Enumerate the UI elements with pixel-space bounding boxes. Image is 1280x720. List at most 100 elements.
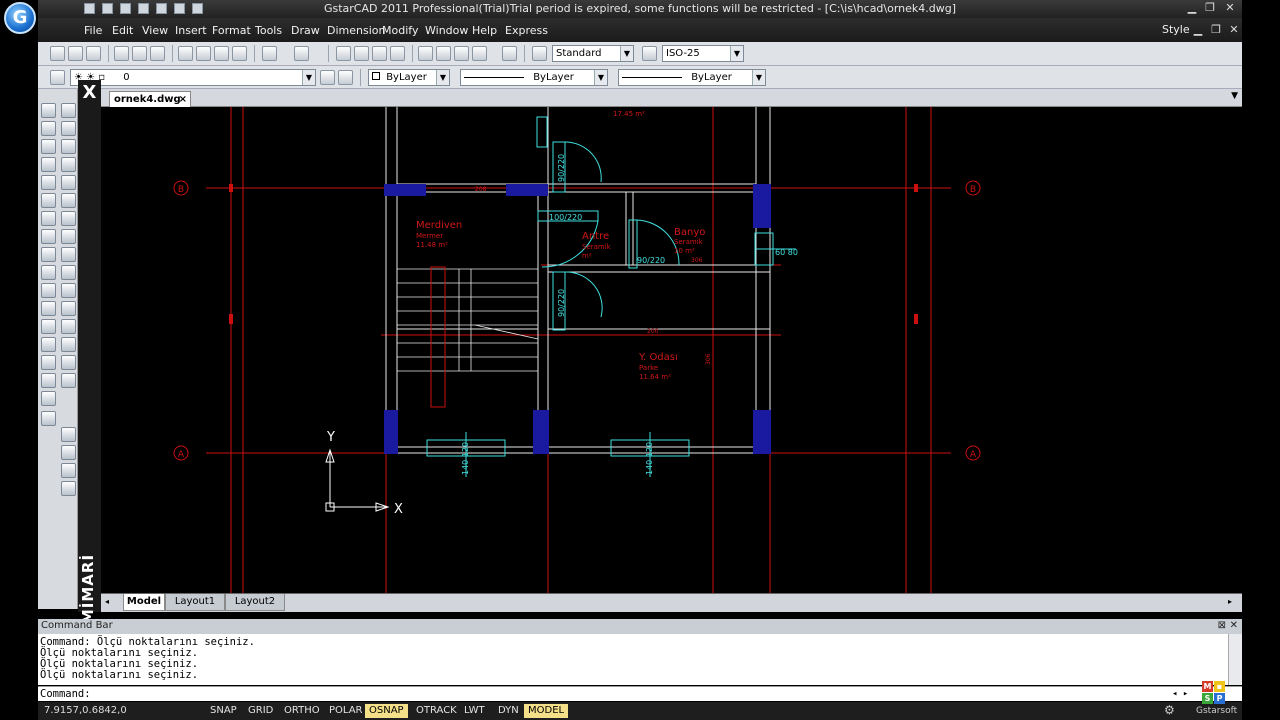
lineweight-select[interactable]: ByLayer ▼	[618, 69, 766, 86]
menu-view[interactable]: View	[142, 24, 168, 37]
doc-close-button[interactable]: ✕	[1226, 23, 1242, 37]
pin-icon[interactable]: ⊠	[1218, 619, 1226, 633]
rotate-icon[interactable]	[61, 211, 76, 226]
tab-menu-icon[interactable]: ▼	[1231, 91, 1238, 101]
dim-aligned-icon[interactable]	[61, 445, 76, 460]
ellipse-arc-icon[interactable]	[41, 283, 56, 298]
print-preview-icon[interactable]	[132, 46, 147, 61]
pan-icon[interactable]	[336, 46, 351, 61]
doc-minimize-button[interactable]: ▁	[1190, 23, 1206, 37]
otrack-toggle[interactable]: OTRACK	[412, 704, 461, 718]
menu-format[interactable]: Format	[212, 24, 251, 37]
arc-icon[interactable]	[41, 193, 56, 208]
ortho-toggle[interactable]: ORTHO	[280, 704, 324, 718]
text-style-icon[interactable]	[532, 46, 547, 61]
extend-icon[interactable]	[61, 283, 76, 298]
ellipse-icon[interactable]	[41, 265, 56, 280]
zoom-window-icon[interactable]	[372, 46, 387, 61]
sheet-set-icon[interactable]	[472, 46, 487, 61]
open-icon[interactable]	[68, 46, 83, 61]
snap-toggle[interactable]: SNAP	[206, 704, 241, 718]
dim-angular-icon[interactable]	[61, 481, 76, 496]
construction-line-icon[interactable]	[41, 121, 56, 136]
tab-model[interactable]: Model	[123, 594, 165, 611]
rectangle-icon[interactable]	[41, 175, 56, 190]
command-input[interactable]: Command: ◂ ▸	[38, 686, 1242, 701]
help-icon[interactable]	[502, 46, 517, 61]
chamfer-icon[interactable]	[61, 337, 76, 352]
new-icon[interactable]	[50, 46, 65, 61]
match-properties-icon[interactable]	[232, 46, 247, 61]
app-logo[interactable]: G	[4, 2, 36, 34]
menu-express[interactable]: Express	[505, 24, 548, 37]
linetype-select[interactable]: ByLayer ▼	[460, 69, 608, 86]
publish-icon[interactable]	[150, 46, 165, 61]
circle-icon[interactable]	[41, 211, 56, 226]
menu-dimension[interactable]: Dimension	[327, 24, 385, 37]
tab-first-icon[interactable]: ◂	[105, 597, 109, 606]
tab-layout1[interactable]: Layout1	[165, 594, 225, 611]
document-tab[interactable]: ornek4.dwg ×	[109, 91, 191, 107]
region-icon[interactable]	[41, 373, 56, 388]
menu-edit[interactable]: Edit	[112, 24, 133, 37]
menu-modify[interactable]: Modify	[382, 24, 418, 37]
dim-radius-icon[interactable]	[61, 463, 76, 478]
make-current-layer-icon[interactable]	[320, 70, 335, 85]
layer-select[interactable]: ☀ ☀ ▫ 0 ▼	[70, 69, 316, 86]
properties-icon[interactable]	[418, 46, 433, 61]
revision-cloud-icon[interactable]	[41, 229, 56, 244]
insert-block-icon[interactable]	[41, 301, 56, 316]
polygon-icon[interactable]	[41, 157, 56, 172]
save-icon[interactable]	[86, 46, 101, 61]
dyn-toggle[interactable]: DYN	[494, 704, 523, 718]
zoom-realtime-icon[interactable]	[354, 46, 369, 61]
color-select[interactable]: ByLayer ▼	[368, 69, 450, 86]
point-icon[interactable]	[41, 337, 56, 352]
explode-icon[interactable]	[61, 373, 76, 388]
osnap-toggle[interactable]: OSNAP	[365, 704, 408, 718]
scroll-left-icon[interactable]: ◂ ▸	[1172, 687, 1188, 701]
zoom-previous-icon[interactable]	[390, 46, 405, 61]
layer-previous-icon[interactable]	[338, 70, 353, 85]
tab-layout2[interactable]: Layout2	[225, 594, 285, 611]
command-close-icon[interactable]: ✕	[1230, 619, 1238, 633]
banner-close-button[interactable]: X	[78, 82, 101, 104]
text-style-select[interactable]: Standard ▼	[552, 45, 634, 62]
layer-manager-icon[interactable]	[50, 70, 65, 85]
print-icon[interactable]	[114, 46, 129, 61]
fillet-icon[interactable]	[61, 355, 76, 370]
model-toggle[interactable]: MODEL	[524, 704, 569, 718]
menu-draw[interactable]: Draw	[291, 24, 320, 37]
tab-scroll-right-icon[interactable]: ▸	[1228, 597, 1232, 606]
dim-style-icon[interactable]	[642, 46, 657, 61]
style-menu[interactable]: Style	[1162, 23, 1190, 36]
menu-insert[interactable]: Insert	[175, 24, 207, 37]
redo-icon[interactable]	[294, 46, 309, 61]
lwt-toggle[interactable]: LWT	[460, 704, 489, 718]
close-button[interactable]: ✕	[1222, 1, 1238, 15]
trim-icon[interactable]	[61, 265, 76, 280]
scale-icon[interactable]	[61, 229, 76, 244]
menu-file[interactable]: File	[84, 24, 102, 37]
table-icon[interactable]	[41, 391, 56, 406]
array-icon[interactable]	[61, 175, 76, 190]
minimize-button[interactable]: ▁	[1184, 1, 1200, 15]
copy-object-icon[interactable]	[61, 121, 76, 136]
tray-settings-icon[interactable]: ⚙	[1164, 703, 1175, 717]
mirror-icon[interactable]	[61, 139, 76, 154]
erase-icon[interactable]	[61, 103, 76, 118]
hatch-icon[interactable]	[41, 355, 56, 370]
dim-linear-icon[interactable]	[61, 427, 76, 442]
drawing-canvas[interactable]: B B A A 90/220 100/220 90/220 90/220 140…	[101, 107, 1242, 593]
dim-style-select[interactable]: ISO-25 ▼	[662, 45, 744, 62]
polar-toggle[interactable]: POLAR	[325, 704, 367, 718]
command-scrollbar[interactable]	[1228, 634, 1242, 685]
menu-help[interactable]: Help	[472, 24, 497, 37]
cut-icon[interactable]	[178, 46, 193, 61]
menu-tools[interactable]: Tools	[255, 24, 282, 37]
mtext-icon[interactable]	[41, 411, 56, 426]
polyline-icon[interactable]	[41, 139, 56, 154]
grid-toggle[interactable]: GRID	[244, 704, 277, 718]
make-block-icon[interactable]	[41, 319, 56, 334]
move-icon[interactable]	[61, 193, 76, 208]
